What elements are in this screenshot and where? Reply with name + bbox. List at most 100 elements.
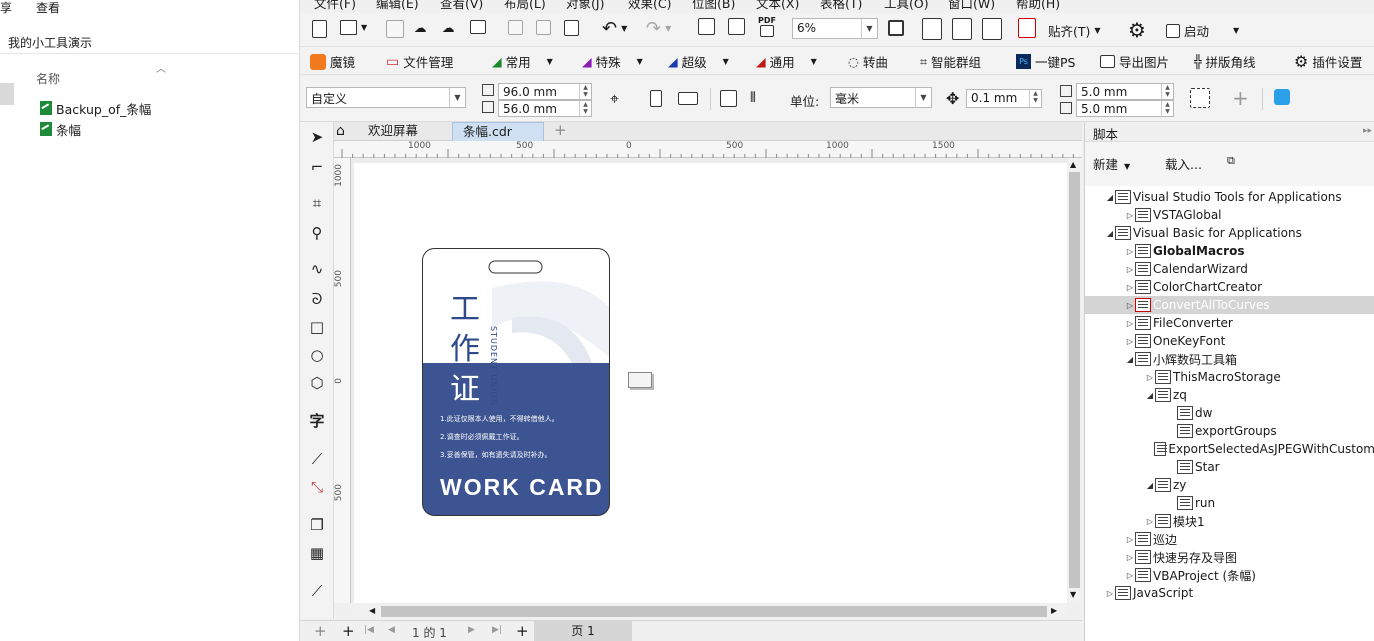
- ellipse-tool-icon[interactable]: ○: [306, 344, 328, 366]
- full-screen-preview-icon[interactable]: [922, 18, 942, 40]
- text-tool-icon[interactable]: 字: [306, 410, 328, 432]
- bleed-icon[interactable]: ⫴: [750, 90, 756, 106]
- dimension-tool-icon[interactable]: ⟋: [306, 448, 328, 470]
- open-folder-icon[interactable]: ▼: [340, 20, 367, 35]
- expand-arrow-icon[interactable]: ▷: [1125, 337, 1135, 346]
- expand-arrow-icon[interactable]: ▷: [1125, 571, 1135, 580]
- collapse-arrow-icon[interactable]: ◢: [1145, 391, 1155, 400]
- show-grid-icon[interactable]: [952, 18, 972, 40]
- scroll-left-icon[interactable]: ◀: [369, 606, 375, 615]
- tree-node[interactable]: ▷ 快速另存及导图: [1085, 548, 1374, 566]
- current-page-icon[interactable]: [720, 90, 737, 107]
- snap-to-dropdown[interactable]: 贴齐(T) ▼: [1048, 21, 1101, 40]
- tree-node[interactable]: ▷ VSTAGlobal: [1085, 206, 1374, 224]
- menu-edit[interactable]: 编辑(E): [376, 0, 419, 12]
- column-header-name[interactable]: 名称: [36, 70, 60, 87]
- menu-view[interactable]: 查看(V): [440, 0, 483, 12]
- tree-node[interactable]: ▷ VBAProject (条幅): [1085, 566, 1374, 584]
- undo-icon[interactable]: ↶ ▼: [602, 18, 627, 39]
- tree-node[interactable]: ▷ JavaScript: [1085, 584, 1374, 602]
- menu-layout[interactable]: 布局(L): [504, 0, 546, 12]
- new-document-icon[interactable]: [312, 20, 327, 38]
- landscape-icon[interactable]: [678, 92, 698, 105]
- next-page-icon[interactable]: ▶: [468, 625, 475, 635]
- expand-arrow-icon[interactable]: ▷: [1125, 553, 1135, 562]
- plugin-convert-curves-button[interactable]: ◌ 转曲: [848, 52, 888, 71]
- menu-tools[interactable]: 工具(O): [884, 0, 929, 12]
- expand-arrow-icon[interactable]: ▷: [1125, 211, 1135, 220]
- tree-node[interactable]: ▷ ThisMacroStorage: [1085, 368, 1374, 386]
- breadcrumb[interactable]: 我的小工具演示: [0, 30, 300, 54]
- last-page-icon[interactable]: ▶|: [492, 625, 502, 635]
- collapse-arrow-icon[interactable]: ◢: [1105, 229, 1115, 238]
- scroll-up-icon[interactable]: ▲: [1070, 160, 1076, 169]
- plugin-smart-group-button[interactable]: ⌗ 智能群组: [920, 52, 981, 71]
- tree-node[interactable]: run: [1085, 494, 1374, 512]
- collapse-arrow-icon[interactable]: ◢: [1145, 481, 1155, 490]
- tree-node[interactable]: ▷ GlobalMacros: [1085, 242, 1374, 260]
- add-page-before-icon[interactable]: +: [314, 622, 327, 640]
- tree-node[interactable]: ▷ ColorChartCreator: [1085, 278, 1374, 296]
- menu-effects[interactable]: 效果(C): [628, 0, 671, 12]
- menu-share[interactable]: 享: [0, 0, 12, 16]
- freehand-tool-icon[interactable]: ∿: [306, 258, 328, 280]
- copy-icon[interactable]: [536, 20, 551, 35]
- scroll-thumb[interactable]: [381, 606, 1047, 617]
- duplicate-x-field[interactable]: 5.0 mm ▲ ▼: [1076, 83, 1174, 100]
- tab-welcome[interactable]: 欢迎屏幕: [358, 122, 428, 141]
- crop-tool-icon[interactable]: ⌗: [306, 192, 328, 214]
- menu-help[interactable]: 帮助(H): [1016, 0, 1060, 12]
- expand-arrow-icon[interactable]: ▷: [1125, 265, 1135, 274]
- tree-node[interactable]: ExportSelectedAsJPEGWithCustom: [1085, 440, 1374, 458]
- new-script-button[interactable]: 新建 ▼: [1093, 154, 1130, 173]
- horizontal-scrollbar[interactable]: ◀ ▶: [351, 603, 1067, 620]
- expand-arrow-icon[interactable]: ▷: [1145, 517, 1155, 526]
- plugin-settings-button[interactable]: ⚙ 插件设置: [1294, 52, 1362, 71]
- scroll-right-icon[interactable]: ▶: [1051, 606, 1057, 615]
- menu-object[interactable]: 对象(J): [566, 0, 604, 12]
- page-height-field[interactable]: 56.0 mm ▲ ▼: [498, 100, 592, 117]
- plugin-special-button[interactable]: ◢ 特殊 ▼: [582, 52, 643, 71]
- nudge-distance-field[interactable]: 0.1 mm ▲ ▼: [966, 89, 1042, 108]
- expand-arrow-icon[interactable]: ▷: [1125, 301, 1135, 310]
- expand-arrow-icon[interactable]: ▷: [1125, 535, 1135, 544]
- plugin-mirror-button[interactable]: 魔镜: [310, 52, 355, 71]
- cloud-upload-icon[interactable]: ☁: [442, 20, 455, 35]
- menu-window[interactable]: 窗口(W): [948, 0, 995, 12]
- snap-off-icon[interactable]: [1018, 18, 1036, 38]
- transparency-tool-icon[interactable]: ▦: [306, 542, 328, 564]
- menu-bitmap[interactable]: 位图(B): [692, 0, 735, 12]
- rectangle-tool-icon[interactable]: □: [306, 316, 328, 338]
- add-icon[interactable]: +: [1232, 86, 1249, 110]
- first-page-icon[interactable]: |◀: [364, 625, 374, 635]
- import-icon[interactable]: [698, 18, 715, 35]
- file-item[interactable]: Backup_of_条幅: [40, 99, 151, 117]
- artistic-media-icon[interactable]: ᘐ: [306, 288, 328, 310]
- pick-tool-icon[interactable]: ➤: [306, 126, 328, 148]
- collapse-arrow-icon[interactable]: ◢: [1105, 193, 1115, 202]
- publish-pdf-icon[interactable]: PDF: [758, 16, 776, 37]
- plugin-general-button[interactable]: ◢ 通用 ▼: [756, 52, 817, 71]
- menu-view[interactable]: 查看: [36, 0, 60, 16]
- redo-icon[interactable]: ↷ ▼: [646, 18, 671, 39]
- tree-node[interactable]: ▷ ConvertAllToCurves: [1085, 296, 1374, 314]
- cut-icon[interactable]: [508, 20, 523, 35]
- page-tab[interactable]: 页 1: [534, 621, 632, 641]
- page-width-field[interactable]: 96.0 mm ▲ ▼: [498, 83, 592, 100]
- save-icon[interactable]: [386, 20, 404, 38]
- all-pages-icon[interactable]: ⌖: [610, 89, 619, 109]
- treat-as-filled-icon[interactable]: [1190, 88, 1210, 108]
- menu-table[interactable]: 表格(T): [820, 0, 862, 12]
- vertical-scrollbar[interactable]: ▲ ▼: [1067, 158, 1082, 603]
- add-page-after-icon[interactable]: +: [516, 622, 529, 640]
- file-item[interactable]: 条幅: [40, 120, 81, 138]
- collapse-arrow-icon[interactable]: ◢: [1125, 355, 1135, 364]
- tree-node[interactable]: ◢ zy: [1085, 476, 1374, 494]
- print-icon[interactable]: [470, 20, 486, 34]
- tree-node[interactable]: ◢ 小辉数码工具箱: [1085, 350, 1374, 368]
- plugin-common-button[interactable]: ◢ 常用 ▼: [492, 52, 553, 71]
- tree-node[interactable]: ◢ zq: [1085, 386, 1374, 404]
- expand-arrow-icon[interactable]: ▷: [1125, 247, 1135, 256]
- plugin-super-button[interactable]: ◢ 超级 ▼: [668, 52, 729, 71]
- duplicate-y-field[interactable]: 5.0 mm ▲ ▼: [1076, 100, 1174, 117]
